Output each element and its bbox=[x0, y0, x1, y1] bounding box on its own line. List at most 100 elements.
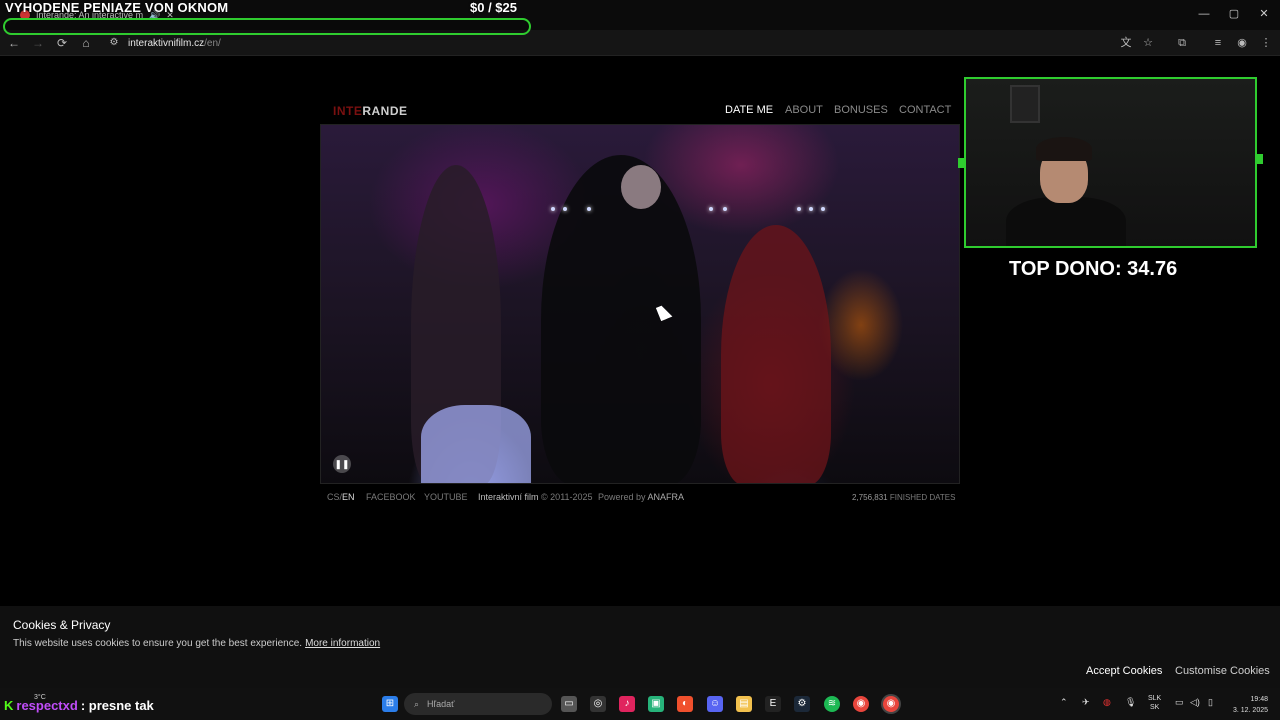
lang-en[interactable]: EN bbox=[342, 492, 355, 502]
webcam-marker-left bbox=[958, 158, 964, 168]
chat-message: K respectxd : presne tak bbox=[4, 698, 154, 713]
cookie-more-info-link[interactable]: More information bbox=[305, 638, 380, 649]
lang-cs[interactable]: CS bbox=[327, 492, 340, 502]
app-green-icon[interactable]: ▣ bbox=[648, 696, 664, 712]
customise-cookies-button[interactable]: Customise Cookies bbox=[1175, 665, 1270, 677]
video-player[interactable]: ❚❚ bbox=[320, 124, 960, 484]
video-light bbox=[809, 207, 813, 211]
steam-icon[interactable]: ⚙ bbox=[794, 696, 810, 712]
spotify-icon[interactable]: ≋ bbox=[824, 696, 840, 712]
epic-games-icon[interactable]: E bbox=[765, 696, 781, 712]
maximize-button[interactable]: ▢ bbox=[1224, 6, 1244, 22]
url-domain: interaktivnifilm.cz bbox=[128, 37, 205, 49]
video-figure bbox=[421, 405, 531, 483]
system-clock[interactable]: 19:48 3. 12. 2025 bbox=[1226, 694, 1268, 716]
address-bar[interactable]: interaktivnifilm.cz/en/ bbox=[128, 35, 221, 51]
search-icon: ⌕ bbox=[414, 698, 420, 709]
video-light bbox=[563, 207, 567, 211]
logo-white-part: RANDE bbox=[362, 104, 408, 118]
video-figure bbox=[541, 155, 701, 483]
close-window-button[interactable]: ✕ bbox=[1254, 6, 1274, 22]
logo-red-part: INTE bbox=[333, 104, 363, 118]
top-donation: TOP DONO: 34.76 bbox=[1009, 258, 1178, 280]
task-view-icon[interactable]: ▭ bbox=[561, 696, 577, 712]
url-path: /en/ bbox=[204, 37, 221, 49]
chat-text: : presne tak bbox=[80, 698, 154, 713]
stream-title: VYHODENE PENIAZE VON OKNOM bbox=[5, 0, 229, 15]
streamer-body bbox=[1006, 197, 1126, 246]
video-light bbox=[709, 207, 713, 211]
windows-start-icon[interactable]: ⊞ bbox=[382, 696, 398, 712]
cookie-title: Cookies & Privacy bbox=[13, 618, 111, 632]
copyright: Interaktivní film © 2011-2025 bbox=[478, 492, 593, 502]
taskbar-search[interactable]: ⌕ Hľadať bbox=[404, 693, 552, 715]
site-info-icon[interactable]: ⚙ bbox=[106, 35, 122, 51]
video-light bbox=[723, 207, 727, 211]
webcam-marker-right bbox=[1257, 154, 1263, 164]
search-placeholder: Hľadať bbox=[427, 699, 455, 709]
streamer-hair bbox=[1036, 137, 1092, 161]
app-orange-icon[interactable]: ◐ bbox=[677, 696, 693, 712]
nav-contact[interactable]: CONTACT bbox=[899, 104, 951, 116]
wall-picture bbox=[1010, 85, 1040, 123]
cookie-banner: Cookies & Privacy This website uses cook… bbox=[0, 606, 1280, 688]
reload-icon[interactable]: ⟳ bbox=[54, 35, 70, 51]
video-light bbox=[551, 207, 555, 211]
file-explorer-icon[interactable]: ▤ bbox=[736, 696, 752, 712]
chrome-icon[interactable]: ◉ bbox=[853, 696, 869, 712]
bookmark-star-icon[interactable]: ☆ bbox=[1140, 35, 1156, 51]
clock-time: 19:48 bbox=[1250, 696, 1268, 703]
cookie-description: This website uses cookies to ensure you … bbox=[13, 638, 380, 649]
copyright-name[interactable]: Interaktivní film bbox=[478, 492, 539, 502]
nav-about[interactable]: ABOUT bbox=[785, 104, 823, 116]
minimize-button[interactable]: — bbox=[1194, 6, 1214, 22]
clock-date: 3. 12. 2025 bbox=[1232, 707, 1268, 714]
tray-app-icon[interactable]: ✈ bbox=[1082, 697, 1090, 708]
chat-username: respectxd bbox=[16, 698, 78, 713]
powered-link[interactable]: ANAFRA bbox=[648, 492, 685, 502]
tray-expand-icon[interactable]: ⌃ bbox=[1060, 697, 1068, 708]
facebook-link[interactable]: FACEBOOK bbox=[366, 492, 416, 502]
volume-icon[interactable]: ◁) bbox=[1190, 697, 1200, 708]
tiktok-icon[interactable]: ♪ bbox=[619, 696, 635, 712]
extensions-icon[interactable]: ⧉ bbox=[1174, 35, 1190, 51]
finished-dates-label: FINISHED DATES bbox=[889, 493, 956, 502]
youtube-link[interactable]: YOUTUBE bbox=[424, 492, 468, 502]
tray-app2-icon[interactable]: ◍ bbox=[1103, 697, 1111, 708]
accept-cookies-button[interactable]: Accept Cookies bbox=[1086, 665, 1162, 677]
video-light bbox=[821, 207, 825, 211]
language-switch[interactable]: CS/EN bbox=[327, 492, 355, 502]
discord-icon[interactable]: ☺ bbox=[707, 696, 723, 712]
microphone-icon[interactable]: 🎙 bbox=[1125, 697, 1136, 708]
powered-label: Powered by bbox=[598, 492, 646, 502]
lang-bottom: SK bbox=[1149, 704, 1160, 711]
menu-kebab-icon[interactable]: ⋮ bbox=[1258, 35, 1274, 51]
powered-by: Powered by ANAFRA bbox=[598, 492, 684, 502]
battery-icon[interactable]: ▯ bbox=[1208, 697, 1213, 708]
video-light bbox=[587, 207, 591, 211]
donation-goal-bar bbox=[3, 18, 531, 35]
translate-icon[interactable]: 文 bbox=[1118, 35, 1134, 51]
donation-goal-text: $0 / $25 bbox=[470, 0, 517, 15]
profile-icon[interactable]: ◉ bbox=[1234, 35, 1250, 51]
keyboard-language[interactable]: SLK SK bbox=[1148, 694, 1161, 712]
network-icon[interactable]: ▭ bbox=[1175, 697, 1184, 708]
media-control-icon[interactable]: ≡ bbox=[1210, 35, 1226, 51]
obs-icon[interactable]: ◎ bbox=[590, 696, 606, 712]
back-icon[interactable]: ← bbox=[6, 35, 22, 51]
nav-bonuses[interactable]: BONUSES bbox=[834, 104, 888, 116]
lang-top: SLK bbox=[1148, 695, 1162, 702]
webcam-feed bbox=[964, 77, 1257, 248]
home-icon[interactable]: ⌂ bbox=[78, 35, 94, 51]
pause-icon[interactable]: ❚❚ bbox=[333, 455, 351, 473]
nav-date-me[interactable]: DATE ME bbox=[725, 104, 773, 116]
chrome-active-icon[interactable]: ◉ bbox=[883, 696, 899, 712]
site-logo[interactable]: INTERANDE bbox=[333, 104, 408, 118]
finished-dates-count: 2,756,831 bbox=[852, 493, 888, 502]
kick-icon: K bbox=[4, 698, 14, 713]
forward-icon[interactable]: → bbox=[30, 35, 46, 51]
video-figure bbox=[621, 165, 661, 209]
copyright-years: © 2011-2025 bbox=[541, 492, 593, 502]
video-light bbox=[797, 207, 801, 211]
video-figure bbox=[721, 225, 831, 483]
